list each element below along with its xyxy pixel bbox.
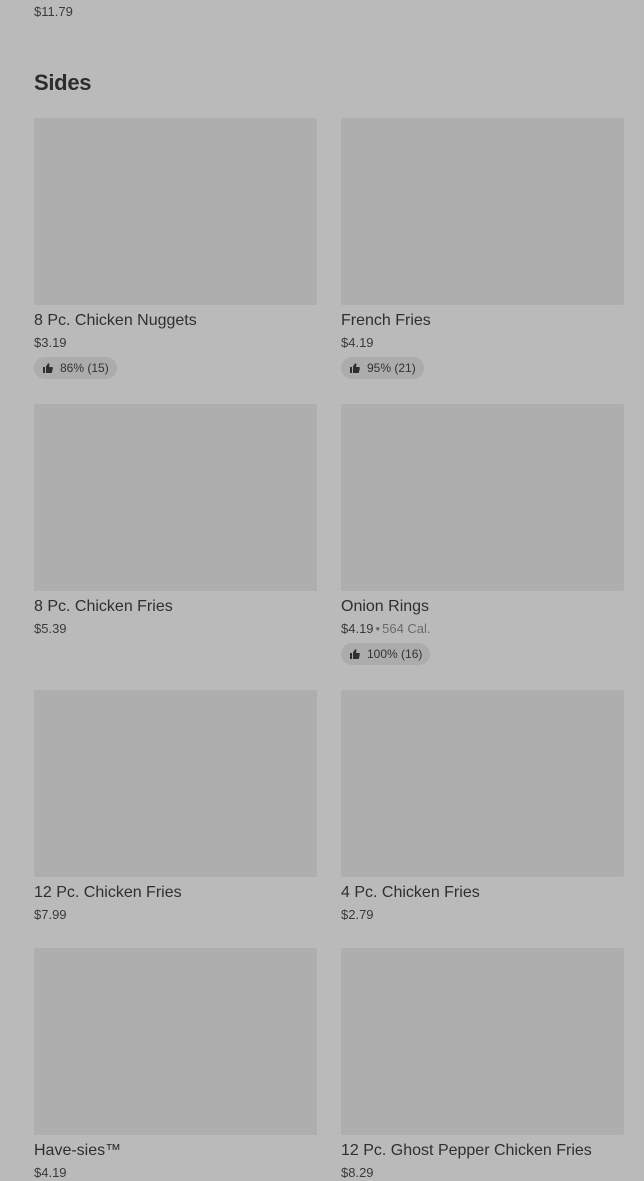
rating-badge: 95% (21) <box>341 357 424 379</box>
item-image[interactable] <box>34 404 317 591</box>
item-name[interactable]: French Fries <box>341 311 624 331</box>
item-name[interactable]: Onion Rings <box>341 597 624 617</box>
section-title: Sides <box>34 70 92 95</box>
menu-item[interactable]: 12 Pc. Chicken Fries $7.99 <box>34 690 317 948</box>
item-calories: 564 Cal. <box>382 621 431 636</box>
menu-item[interactable]: 4 Pc. Chicken Fries $2.79 <box>341 690 624 948</box>
menu-item[interactable]: 8 Pc. Chicken Fries $5.39 <box>34 404 317 690</box>
rating-text: 100% (16) <box>367 647 423 661</box>
item-name[interactable]: 12 Pc. Ghost Pepper Chicken Fries <box>341 1141 624 1161</box>
item-price: $8.29 <box>341 1165 374 1180</box>
thumbs-up-icon <box>350 649 360 660</box>
item-image[interactable] <box>341 404 624 591</box>
item-price: $4.19 <box>34 1165 67 1180</box>
item-price: $3.19 <box>34 335 67 350</box>
menu-item[interactable]: Onion Rings $4.19 • 564 Cal. 100% (16) <box>341 404 624 690</box>
item-name[interactable]: 8 Pc. Chicken Nuggets <box>34 311 317 331</box>
item-image[interactable] <box>341 690 624 877</box>
item-price: $2.79 <box>341 907 374 922</box>
item-name[interactable]: Have-sies™ <box>34 1141 317 1161</box>
menu-item[interactable]: 12 Pc. Ghost Pepper Chicken Fries $8.29 <box>341 948 624 1181</box>
menu-grid: 8 Pc. Chicken Nuggets $3.19 86% (15) Fre… <box>34 118 624 1181</box>
item-price: $7.99 <box>34 907 67 922</box>
rating-text: 86% (15) <box>60 361 109 375</box>
item-image[interactable] <box>34 690 317 877</box>
item-image[interactable] <box>34 948 317 1135</box>
item-price: $5.39 <box>34 621 67 636</box>
item-image[interactable] <box>341 948 624 1135</box>
thumbs-up-icon <box>350 363 360 374</box>
thumbs-up-icon <box>43 363 53 374</box>
item-price: $4.19 <box>341 621 374 636</box>
previous-item-price: $11.79 <box>34 4 73 19</box>
rating-badge: 100% (16) <box>341 643 431 665</box>
item-name[interactable]: 8 Pc. Chicken Fries <box>34 597 317 617</box>
menu-item[interactable]: 8 Pc. Chicken Nuggets $3.19 86% (15) <box>34 118 317 404</box>
item-price: $4.19 <box>341 335 374 350</box>
item-image[interactable] <box>341 118 624 305</box>
rating-badge: 86% (15) <box>34 357 117 379</box>
rating-text: 95% (21) <box>367 361 416 375</box>
item-name[interactable]: 4 Pc. Chicken Fries <box>341 883 624 903</box>
item-name[interactable]: 12 Pc. Chicken Fries <box>34 883 317 903</box>
menu-item[interactable]: Have-sies™ $4.19 <box>34 948 317 1181</box>
item-image[interactable] <box>34 118 317 305</box>
separator-dot: • <box>375 621 381 636</box>
menu-item[interactable]: French Fries $4.19 95% (21) <box>341 118 624 404</box>
